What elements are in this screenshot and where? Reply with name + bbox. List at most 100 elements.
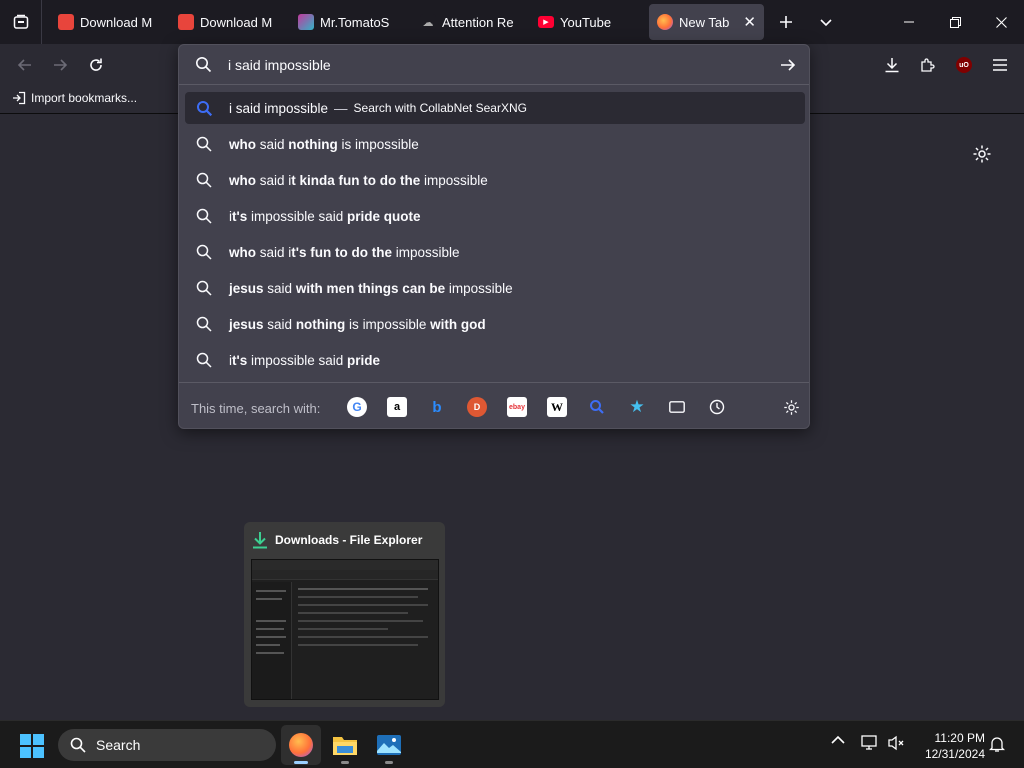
new-tab-settings-button[interactable] [972,144,994,166]
suggestion-text: who said nothing is impossible [229,137,419,152]
search-icon [195,279,213,297]
bell-icon [989,737,1005,752]
running-indicator [385,761,393,764]
taskbar-search-label: Search [96,737,141,753]
firefox-icon [289,733,313,757]
one-off-search-bar: This time, search with: G a b D ebay W ★ [179,382,809,428]
hamburger-icon [993,59,1007,71]
bookmarks-star-icon[interactable]: ★ [627,397,647,417]
urlbar[interactable]: i said impossible [179,45,809,85]
minimize-button[interactable] [886,0,932,44]
wikipedia-icon[interactable]: W [547,397,567,417]
google-icon[interactable]: G [347,397,367,417]
tab-new-tab[interactable]: New Tab ✕ [649,4,764,40]
tab-mrtomatos[interactable]: Mr.TomatoS b [290,4,400,40]
folder-icon [333,737,357,755]
puzzle-icon [921,58,935,72]
restore-icon [949,16,961,28]
reload-button[interactable] [81,50,111,80]
restore-button[interactable] [932,0,978,44]
volume-tray-icon[interactable] [886,735,906,751]
close-window-button[interactable] [978,0,1024,44]
chevron-up-icon [831,735,845,744]
amazon-icon[interactable]: a [387,397,407,417]
new-tab-button[interactable] [770,6,802,38]
ebay-icon[interactable]: ebay [507,397,527,417]
search-suggestion[interactable]: who said it's fun to do the impossible [185,236,805,268]
searxng-icon [195,99,213,117]
close-icon [995,16,1007,28]
suggestion-part: impossible [362,316,427,332]
cloud-icon: ☁ [420,14,436,30]
suggestion-bold-part: t kinda fun to do the [291,172,421,188]
menu-button[interactable] [985,50,1015,80]
taskbar-clock[interactable]: 11:20 PM 12/31/2024 [915,730,985,762]
search-icon [195,315,213,333]
import-bookmarks-button[interactable]: Import bookmarks... [12,91,137,105]
search-suggestion[interactable]: who said it kinda fun to do the impossib… [185,164,805,196]
urlbar-input[interactable]: i said impossible [228,57,331,73]
firefox-icon [657,14,673,30]
clock-time: 11:20 PM [934,731,985,745]
suggestion-bold-part: pride [347,352,381,368]
search-icon [195,171,213,189]
go-arrow-icon[interactable] [779,56,797,74]
search-settings-gear-icon[interactable] [781,397,801,417]
windows-taskbar: Search 11:20 PM 12/31/2024 [0,720,1024,768]
history-clock-icon[interactable] [707,397,727,417]
downloads-button[interactable] [877,50,907,80]
suggestion-text: jesus said with men things can be imposs… [229,281,513,296]
taskbar-firefox[interactable] [281,725,321,765]
suggestion-bold-part: jesus [229,280,264,296]
extensions-button[interactable] [913,50,943,80]
tab-attention-required[interactable]: ☁ Attention Req [412,4,522,40]
network-tray-icon[interactable] [860,735,880,751]
search-result-heuristic[interactable]: i said impossible — Search with CollabNe… [185,92,805,124]
list-all-tabs-button[interactable] [810,6,842,38]
duckduckgo-icon[interactable]: D [467,397,487,417]
tabs-icon[interactable] [667,397,687,417]
minimize-icon [904,21,914,23]
bing-icon[interactable]: b [427,397,447,417]
search-suggestion[interactable]: who said nothing is impossible [185,128,805,160]
firefox-view-button[interactable] [0,0,42,44]
result-query: i said impossible [229,100,329,116]
suggestion-bold-part: who [229,172,256,188]
taskbar-thumbnail-preview[interactable]: Downloads - File Explorer [244,522,445,707]
tab-download-mr[interactable]: Download Mr. [50,4,160,40]
search-suggestion[interactable]: it's impossible said pride [185,344,805,376]
download-arrow-icon [253,532,267,549]
search-suggestion[interactable]: it's impossible said pride quote [185,200,805,232]
suggestion-bold-part: who [229,136,256,152]
monitor-icon [861,735,877,750]
suggestion-bold-part: pride quote [347,208,421,224]
tab-download-ms[interactable]: Download Ms [170,4,280,40]
search-suggestion[interactable]: jesus said with men things can be imposs… [185,272,805,304]
youtube-icon: ▶ [538,16,554,28]
firefox-view-icon [13,14,28,29]
search-icon [195,351,213,369]
start-button[interactable] [20,734,44,758]
import-bookmarks-label: Import bookmarks... [31,91,138,105]
notifications-button[interactable] [987,735,1007,753]
suggestion-text: who said it's fun to do the impossible [229,245,460,260]
suggestion-bold-part: t's [232,208,248,224]
photos-icon [377,735,401,755]
search-suggestion[interactable]: jesus said nothing is impossible with go… [185,308,805,340]
clock-date: 12/31/2024 [924,747,985,761]
search-icon [195,207,213,225]
searxng-engine-icon[interactable] [587,397,607,417]
show-hidden-icons-button[interactable] [829,735,847,745]
taskbar-file-explorer[interactable] [325,725,365,765]
forward-button[interactable] [45,50,75,80]
tab-title: New Tab [679,14,730,30]
suggestion-part: impossible [355,136,419,152]
close-tab-icon[interactable]: ✕ [743,13,756,31]
back-button[interactable] [10,50,40,80]
taskbar-photos[interactable] [369,725,409,765]
gear-icon [973,145,991,163]
taskbar-search-box[interactable]: Search [58,729,276,761]
tab-title: YouTube [560,14,612,30]
tab-youtube[interactable]: ▶ YouTube [530,4,640,40]
ublock-button[interactable]: uO [949,50,979,80]
